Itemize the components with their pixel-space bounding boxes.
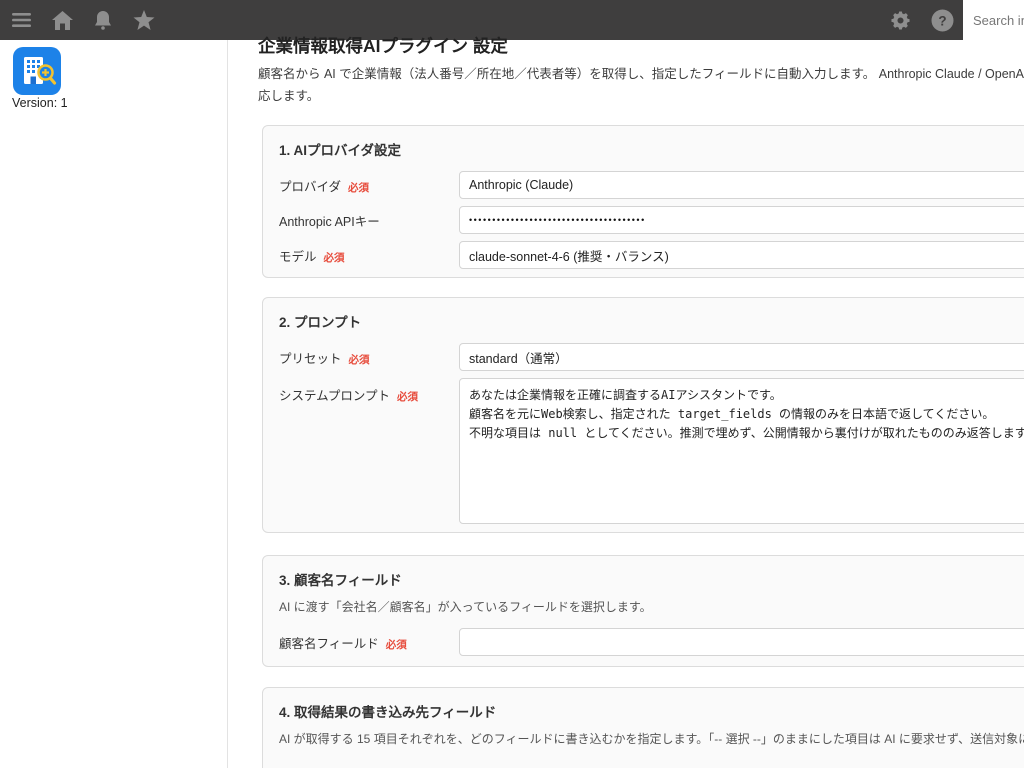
star-icon[interactable]	[124, 0, 164, 40]
preset-select[interactable]: standard（通常）	[459, 343, 1024, 371]
api-key-input[interactable]	[459, 206, 1024, 234]
label-text: Anthropic APIキー	[279, 215, 380, 229]
required-badge: 必須	[348, 182, 369, 194]
section-prompt: 2. プロンプト プリセット必須 standard（通常） システムプロンプト必…	[262, 297, 1024, 533]
svg-text:?: ?	[938, 13, 946, 28]
model-select[interactable]: claude-sonnet-4-6 (推奨・バランス)	[459, 241, 1024, 269]
page-title: 企業情報取得AIプラグイン 設定	[258, 33, 508, 58]
search-box	[963, 0, 1024, 40]
section-title: 3. 顧客名フィールド	[279, 569, 1024, 589]
section-title: 2. プロンプト	[279, 311, 1024, 331]
required-badge: 必須	[349, 354, 370, 366]
sidebar-divider	[227, 40, 228, 768]
field-label-model: モデル必須	[279, 246, 459, 265]
bell-icon[interactable]	[83, 0, 123, 40]
home-icon[interactable]	[42, 0, 82, 40]
topbar: ?	[0, 0, 1024, 40]
label-text: 顧客名フィールド	[279, 637, 379, 651]
system-prompt-textarea[interactable]: あなたは企業情報を正確に調査するAIアシスタントです。 顧客名を元にWeb検索し…	[459, 378, 1024, 524]
label-text: プロバイダ	[279, 180, 341, 194]
label-text: システムプロンプト	[279, 389, 390, 403]
section-description: AI が取得する 15 項目それぞれを、どのフィールドに書き込むかを指定します。…	[279, 730, 1024, 747]
page-description-line1: 顧客名から AI で企業情報（法人番号／所在地／代表者等）を取得し、指定したフィ…	[258, 63, 1024, 82]
section-output-fields: 4. 取得結果の書き込み先フィールド AI が取得する 15 項目それぞれを、ど…	[262, 687, 1024, 768]
gear-icon[interactable]	[880, 0, 920, 40]
section-title: 4. 取得結果の書き込み先フィールド	[279, 701, 1024, 721]
provider-select[interactable]: Anthropic (Claude)	[459, 171, 1024, 199]
field-label-system-prompt: システムプロンプト必須	[279, 378, 459, 404]
section-description: AI に渡す「会社名／顧客名」が入っているフィールドを選択します。	[279, 598, 1024, 615]
field-label-customer-field: 顧客名フィールド必須	[279, 633, 459, 652]
section-ai-provider: 1. AIプロバイダ設定 プロバイダ必須 Anthropic (Claude) …	[262, 125, 1024, 278]
hamburger-icon[interactable]	[2, 0, 42, 40]
field-label-provider: プロバイダ必須	[279, 176, 459, 195]
required-badge: 必須	[324, 252, 345, 264]
building-search-icon	[13, 47, 61, 95]
section-customer-field: 3. 顧客名フィールド AI に渡す「会社名／顧客名」が入っているフィールドを選…	[262, 555, 1024, 667]
help-icon[interactable]: ?	[922, 0, 962, 40]
page-description-line2: 応します。	[258, 85, 319, 104]
section-title: 1. AIプロバイダ設定	[279, 139, 1024, 159]
field-label-api-key: Anthropic APIキー	[279, 211, 459, 230]
label-text: モデル	[279, 250, 317, 264]
customer-field-select[interactable]	[459, 628, 1024, 656]
required-badge: 必須	[386, 639, 407, 651]
required-badge: 必須	[397, 391, 418, 403]
search-input[interactable]	[963, 0, 1024, 40]
field-label-preset: プリセット必須	[279, 348, 459, 367]
label-text: プリセット	[279, 352, 342, 366]
version-label: Version: 1	[12, 96, 68, 110]
